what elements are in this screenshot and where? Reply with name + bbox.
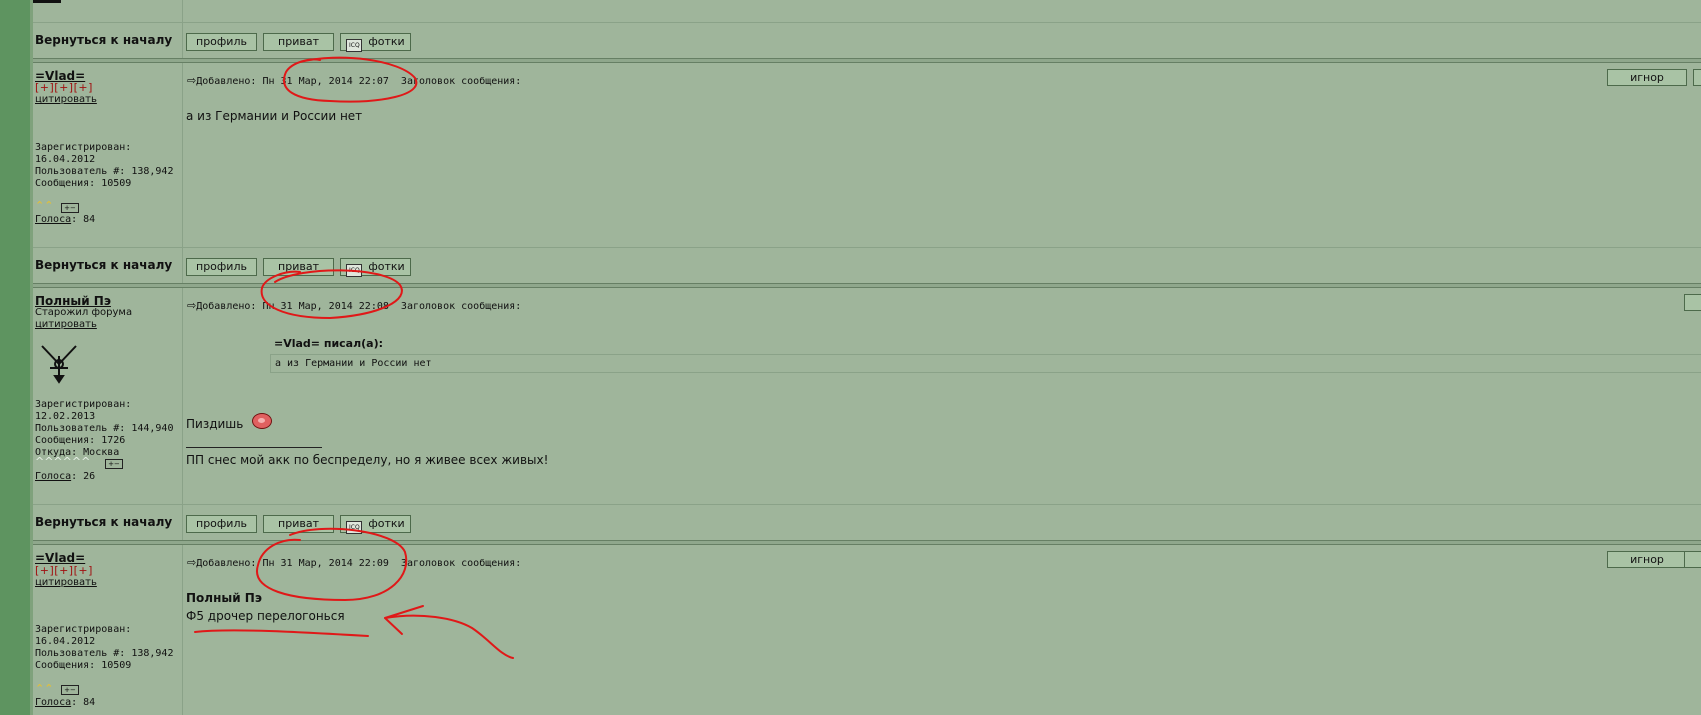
annotation-arrow (194, 629, 369, 637)
annotation-circle (283, 56, 418, 103)
annotation-circle (260, 269, 403, 320)
annotation-circle (255, 527, 408, 602)
annotation-arrow (384, 605, 424, 635)
annotation-layer (194, 56, 514, 659)
forum-page: Вернуться к началу профиль приват ICQ фот… (0, 0, 1701, 715)
annotation-arrow (384, 614, 514, 659)
